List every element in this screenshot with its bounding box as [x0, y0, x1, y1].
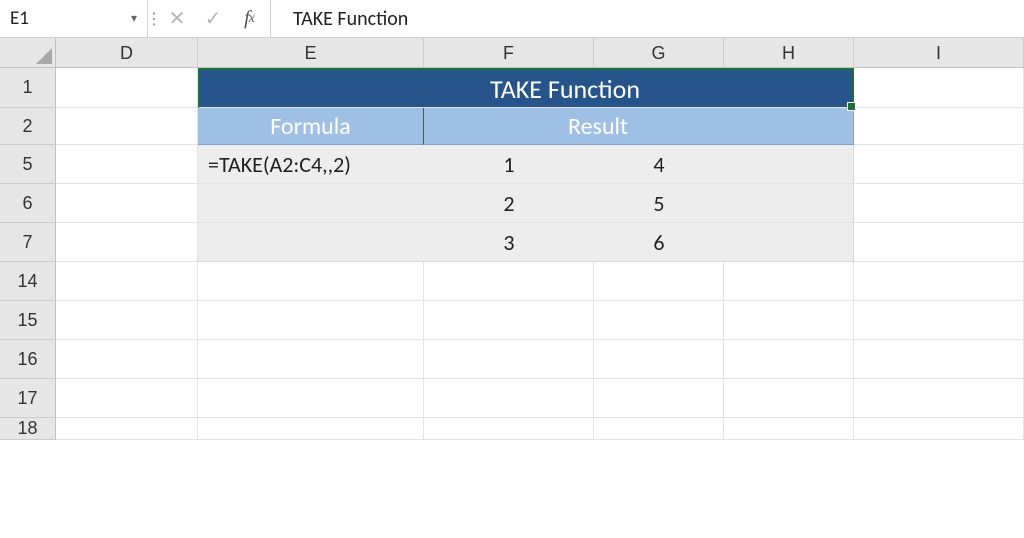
- cell[interactable]: [854, 262, 1024, 301]
- cell[interactable]: [724, 418, 854, 440]
- formula-bar: E1 ▾ ✕ ✓ fx TAKE Function: [0, 0, 1024, 38]
- cell[interactable]: [56, 262, 198, 301]
- fx-icon[interactable]: fx: [238, 7, 260, 30]
- col-header-G[interactable]: G: [594, 38, 724, 68]
- cell[interactable]: [724, 301, 854, 340]
- cell[interactable]: [424, 340, 594, 379]
- cell[interactable]: [424, 301, 594, 340]
- row-header[interactable]: 5: [0, 145, 56, 184]
- cell[interactable]: [594, 301, 724, 340]
- row-header[interactable]: 16: [0, 340, 56, 379]
- row-header[interactable]: 14: [0, 262, 56, 301]
- cell[interactable]: [198, 418, 424, 440]
- result-cell[interactable]: [724, 223, 854, 262]
- result-cell[interactable]: 1: [424, 145, 594, 184]
- cell[interactable]: [724, 340, 854, 379]
- result-cell[interactable]: 5: [594, 184, 724, 223]
- table-row: 6 2 5: [0, 184, 1024, 223]
- name-box[interactable]: E1 ▾: [0, 0, 148, 37]
- cell[interactable]: [594, 340, 724, 379]
- table-row: 7 3 6: [0, 223, 1024, 262]
- cell[interactable]: [594, 262, 724, 301]
- formula-cell[interactable]: [198, 223, 424, 262]
- row-header[interactable]: 15: [0, 301, 56, 340]
- col-header-H[interactable]: H: [724, 38, 854, 68]
- cell[interactable]: [854, 379, 1024, 418]
- row-header[interactable]: 1: [0, 68, 56, 108]
- col-header-E[interactable]: E: [198, 38, 424, 68]
- result-cell[interactable]: 3: [424, 223, 594, 262]
- table-row: 16: [0, 340, 1024, 379]
- row-header[interactable]: 17: [0, 379, 56, 418]
- cell[interactable]: [724, 379, 854, 418]
- col-header-D[interactable]: D: [56, 38, 198, 68]
- result-cell[interactable]: 4: [594, 145, 724, 184]
- cell[interactable]: [854, 108, 1024, 145]
- cell[interactable]: [198, 262, 424, 301]
- cell[interactable]: [854, 184, 1024, 223]
- cell[interactable]: [56, 223, 198, 262]
- table-row: 1 TAKE Function: [0, 68, 1024, 108]
- cell[interactable]: [56, 108, 198, 145]
- table-row: 18: [0, 418, 1024, 440]
- cell[interactable]: [854, 301, 1024, 340]
- cell[interactable]: [56, 379, 198, 418]
- cell[interactable]: [56, 184, 198, 223]
- formula-cell[interactable]: =TAKE(A2:C4,,2): [198, 145, 424, 184]
- table-row: 15: [0, 301, 1024, 340]
- row-header[interactable]: 7: [0, 223, 56, 262]
- cell[interactable]: [56, 68, 198, 108]
- cell[interactable]: [854, 68, 1024, 108]
- cell[interactable]: [424, 418, 594, 440]
- cell[interactable]: [724, 262, 854, 301]
- spreadsheet-grid[interactable]: D E F G H I 1 TAKE Function 2 Formula Re…: [0, 38, 1024, 538]
- cancel-icon[interactable]: ✕: [166, 6, 188, 31]
- cell[interactable]: [594, 418, 724, 440]
- subheader-result[interactable]: [724, 108, 854, 145]
- formula-bar-controls: ✕ ✓ fx: [160, 0, 271, 37]
- row-header[interactable]: 2: [0, 108, 56, 145]
- subheader-result[interactable]: Result: [594, 108, 724, 145]
- table-title-cell[interactable]: [724, 68, 854, 108]
- column-headers: D E F G H I: [0, 38, 1024, 68]
- cell[interactable]: [424, 262, 594, 301]
- table-title-cell[interactable]: [198, 68, 424, 108]
- cell[interactable]: [198, 301, 424, 340]
- row-header[interactable]: 6: [0, 184, 56, 223]
- cell[interactable]: [56, 301, 198, 340]
- cell[interactable]: [198, 340, 424, 379]
- cell[interactable]: [198, 379, 424, 418]
- cell[interactable]: [854, 418, 1024, 440]
- table-row: 17: [0, 379, 1024, 418]
- cell[interactable]: [56, 340, 198, 379]
- formula-cell[interactable]: [198, 184, 424, 223]
- subheader-result-label: Result: [568, 112, 628, 141]
- enter-icon[interactable]: ✓: [202, 6, 224, 31]
- col-header-F[interactable]: F: [424, 38, 594, 68]
- cell[interactable]: [594, 379, 724, 418]
- col-header-I[interactable]: I: [854, 38, 1024, 68]
- result-cell[interactable]: 6: [594, 223, 724, 262]
- select-all-corner[interactable]: [0, 38, 56, 68]
- result-cell[interactable]: 2: [424, 184, 594, 223]
- chevron-down-icon[interactable]: ▾: [131, 11, 137, 26]
- cell[interactable]: [56, 418, 198, 440]
- subheader-formula[interactable]: Formula: [198, 108, 424, 145]
- name-box-value: E1: [10, 7, 131, 30]
- cell[interactable]: [424, 379, 594, 418]
- formula-bar-divider: [148, 0, 160, 37]
- result-cell[interactable]: [724, 184, 854, 223]
- formula-input[interactable]: TAKE Function: [271, 7, 1024, 31]
- table-row: 2 Formula Result: [0, 108, 1024, 145]
- table-row: 5 =TAKE(A2:C4,,2) 1 4: [0, 145, 1024, 184]
- cell[interactable]: [854, 340, 1024, 379]
- result-cell[interactable]: [724, 145, 854, 184]
- cell[interactable]: [854, 223, 1024, 262]
- cell[interactable]: [56, 145, 198, 184]
- cell[interactable]: [854, 145, 1024, 184]
- table-title: TAKE Function: [490, 73, 640, 105]
- table-row: 14: [0, 262, 1024, 301]
- row-header[interactable]: 18: [0, 418, 56, 440]
- table-title-cell[interactable]: TAKE Function: [424, 68, 594, 108]
